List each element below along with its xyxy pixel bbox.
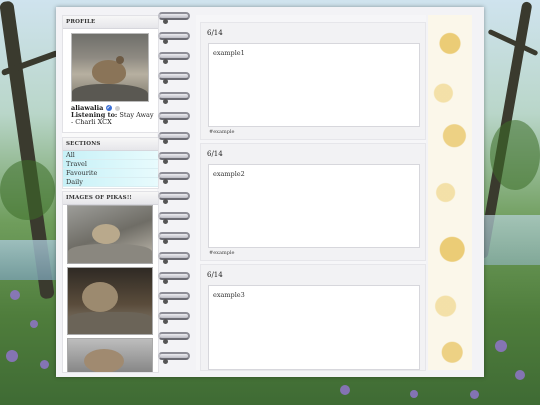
entry-tag[interactable]: #example — [209, 250, 234, 256]
listening-status: Listening to: Stay Away - Charli XCX — [71, 112, 155, 126]
section-link-all[interactable]: All — [63, 151, 158, 160]
pika-image[interactable] — [67, 205, 153, 264]
entry-body[interactable]: example2 — [208, 164, 420, 248]
pika-images-panel: IMAGES OF PIKAS!! — [62, 191, 159, 373]
pika-image[interactable] — [67, 338, 153, 372]
section-link-favourite[interactable]: Favourite — [63, 169, 158, 178]
entry-text: example1 — [213, 49, 245, 57]
entry-card: 6/14 example1 #example — [200, 22, 426, 140]
entry-tag[interactable]: #example — [209, 129, 234, 135]
entry-date: 6/14 — [207, 271, 223, 279]
entry-card: 6/14 example2 #example — [200, 143, 426, 261]
entry-body[interactable]: example1 — [208, 43, 420, 127]
entry-text: example3 — [213, 291, 245, 299]
lace-border — [428, 15, 472, 370]
section-link-daily[interactable]: Daily — [63, 178, 158, 187]
sections-panel: SECTIONS All Travel Favourite Daily — [62, 137, 159, 189]
section-link-travel[interactable]: Travel — [63, 160, 158, 169]
avatar[interactable] — [71, 33, 149, 102]
entry-text: example2 — [213, 170, 245, 178]
entry-body[interactable]: example3 — [208, 285, 420, 370]
status-dot-icon — [114, 105, 120, 111]
entry-date: 6/14 — [207, 150, 223, 158]
sections-title: SECTIONS — [63, 138, 158, 151]
entry-card: 6/14 example3 — [200, 264, 426, 371]
pikas-title: IMAGES OF PIKAS!! — [63, 192, 158, 205]
profile-title: PROFILE — [63, 16, 158, 29]
entry-date: 6/14 — [207, 29, 223, 37]
pika-image[interactable] — [67, 267, 153, 335]
sidebar: PROFILE aliawalia ✓ Listening to: Stay A… — [62, 15, 159, 373]
profile-panel: PROFILE aliawalia ✓ Listening to: Stay A… — [62, 15, 159, 133]
spiral-binding — [158, 10, 192, 370]
